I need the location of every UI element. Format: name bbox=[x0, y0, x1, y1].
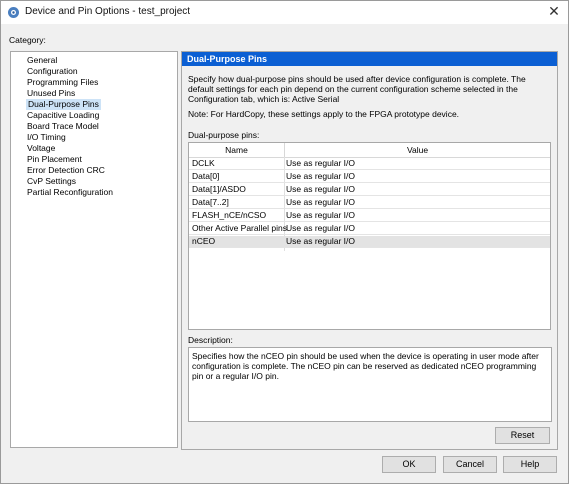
pin-value[interactable]: Use as regular I/O bbox=[286, 210, 355, 221]
settings-panel: Dual-Purpose Pins Specify how dual-purpo… bbox=[181, 51, 558, 450]
category-item-dual-purpose-pins[interactable]: Dual-Purpose Pins bbox=[26, 99, 101, 110]
pin-value[interactable]: Use as regular I/O bbox=[286, 223, 355, 234]
category-label: Category: bbox=[9, 35, 46, 45]
category-item-programming-files[interactable]: Programming Files bbox=[27, 77, 98, 88]
pin-name: DCLK bbox=[192, 158, 215, 168]
category-item-capacitive-loading[interactable]: Capacitive Loading bbox=[27, 110, 99, 121]
category-list: General Configuration Programming Files … bbox=[10, 51, 178, 448]
pin-value[interactable]: Use as regular I/O bbox=[286, 184, 355, 195]
panel-header: Dual-Purpose Pins bbox=[182, 52, 557, 66]
table-row[interactable]: FLASH_nCE/nCSO Use as regular I/O bbox=[189, 210, 550, 222]
category-item-general[interactable]: General bbox=[27, 55, 57, 66]
table-row-selected[interactable]: nCEO Use as regular I/O bbox=[189, 236, 550, 248]
table-row[interactable]: Data[7..2] Use as regular I/O bbox=[189, 197, 550, 209]
pin-value[interactable]: Use as regular I/O bbox=[286, 158, 355, 169]
ok-button[interactable]: OK bbox=[382, 456, 436, 473]
help-button[interactable]: Help bbox=[503, 456, 557, 473]
category-item-board-trace-model[interactable]: Board Trace Model bbox=[27, 121, 99, 132]
category-item-cvp-settings[interactable]: CvP Settings bbox=[27, 176, 76, 187]
pins-table-label: Dual-purpose pins: bbox=[188, 130, 260, 140]
dual-purpose-pins-table: Name Value DCLK Use as regular I/O Data[… bbox=[188, 142, 551, 330]
table-row[interactable]: Data[1]/ASDO Use as regular I/O bbox=[189, 184, 550, 196]
pin-name: Data[0] bbox=[192, 171, 220, 181]
pin-name: Other Active Parallel pins bbox=[192, 223, 287, 233]
device-pin-options-dialog: Device and Pin Options - test_project ✕ … bbox=[0, 0, 569, 484]
category-item-voltage[interactable]: Voltage bbox=[27, 143, 55, 154]
hardcopy-note: Note: For HardCopy, these settings apply… bbox=[188, 109, 460, 119]
panel-title: Dual-Purpose Pins bbox=[187, 54, 268, 64]
category-item-unused-pins[interactable]: Unused Pins bbox=[27, 88, 75, 99]
category-item-partial-reconfiguration[interactable]: Partial Reconfiguration bbox=[27, 187, 113, 198]
category-item-error-detection-crc[interactable]: Error Detection CRC bbox=[27, 165, 105, 176]
app-icon bbox=[8, 7, 19, 18]
description-label: Description: bbox=[188, 335, 233, 345]
pin-value[interactable]: Use as regular I/O bbox=[286, 171, 355, 182]
pin-name: nCEO bbox=[192, 236, 216, 246]
panel-description: Specify how dual-purpose pins should be … bbox=[188, 74, 526, 104]
table-row[interactable]: DCLK Use as regular I/O bbox=[189, 158, 550, 170]
pin-value[interactable]: Use as regular I/O bbox=[286, 197, 355, 208]
description-box: Specifies how the nCEO pin should be use… bbox=[188, 347, 552, 422]
table-row[interactable]: Data[0] Use as regular I/O bbox=[189, 171, 550, 183]
close-icon[interactable]: ✕ bbox=[546, 3, 562, 19]
pin-value[interactable]: Use as regular I/O bbox=[286, 236, 355, 247]
cancel-button[interactable]: Cancel bbox=[443, 456, 497, 473]
column-header-name[interactable]: Name bbox=[189, 143, 285, 158]
table-row[interactable]: Other Active Parallel pins Use as regula… bbox=[189, 223, 550, 235]
pin-name: Data[1]/ASDO bbox=[192, 184, 246, 194]
pin-name: FLASH_nCE/nCSO bbox=[192, 210, 267, 220]
window-title: Device and Pin Options - test_project bbox=[25, 6, 191, 17]
pin-name: Data[7..2] bbox=[192, 197, 229, 207]
category-item-io-timing[interactable]: I/O Timing bbox=[27, 132, 66, 143]
category-item-pin-placement[interactable]: Pin Placement bbox=[27, 154, 82, 165]
column-header-value[interactable]: Value bbox=[285, 143, 550, 158]
title-bar: Device and Pin Options - test_project ✕ bbox=[1, 1, 568, 24]
category-item-configuration[interactable]: Configuration bbox=[27, 66, 78, 77]
reset-button[interactable]: Reset bbox=[495, 427, 550, 444]
